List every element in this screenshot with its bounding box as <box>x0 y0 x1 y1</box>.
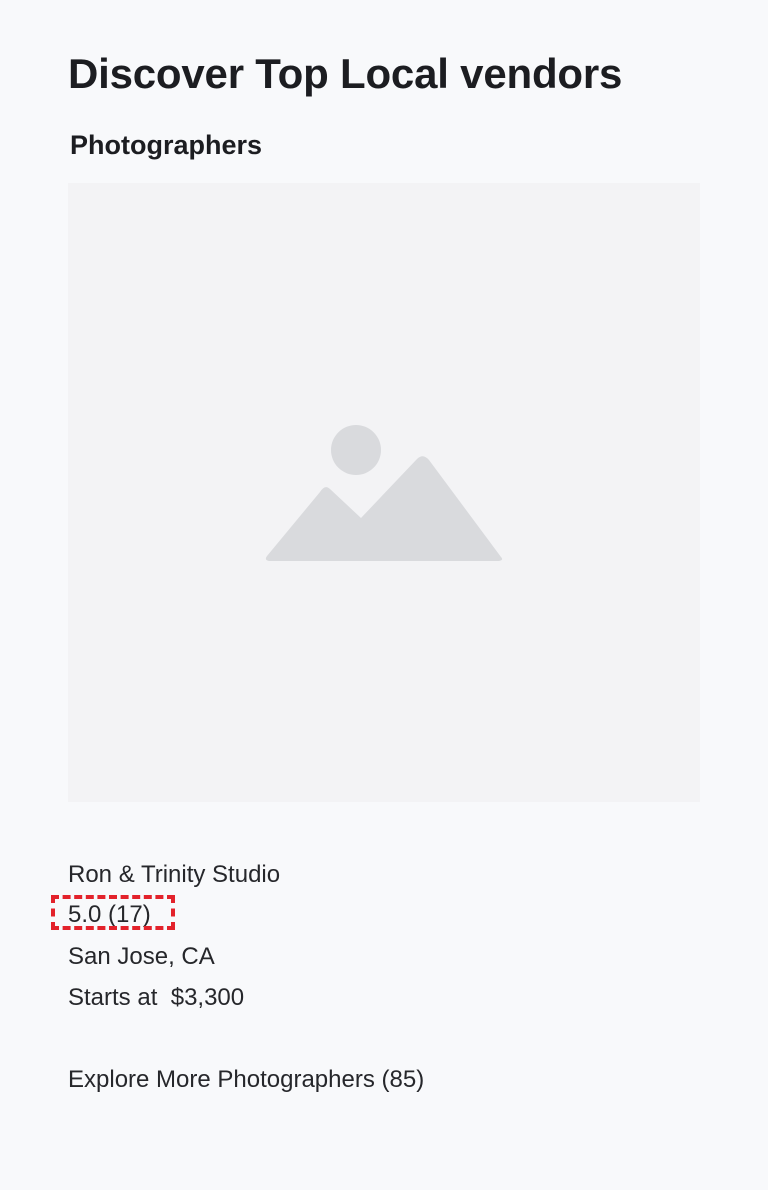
price-label: Starts at <box>68 984 158 1011</box>
page-title: Discover Top Local vendors <box>68 50 623 97</box>
rating-value: 5.0 <box>68 901 102 928</box>
explore-more-photographers-link[interactable]: Explore More Photographers (85) <box>68 1065 424 1095</box>
vendor-location: San Jose, CA <box>68 943 215 970</box>
vendor-name[interactable]: Ron & Trinity Studio <box>68 860 280 890</box>
vendor-image[interactable] <box>68 183 700 802</box>
vendor-rating: 5.0 (17) <box>68 900 151 930</box>
vendor-price: Starts at $3,300 <box>68 983 244 1013</box>
price-value: $3,300 <box>170 984 245 1011</box>
review-count: (17) <box>108 901 151 928</box>
section-heading-photographers: Photographers <box>70 130 263 160</box>
image-placeholder-icon <box>265 425 503 561</box>
